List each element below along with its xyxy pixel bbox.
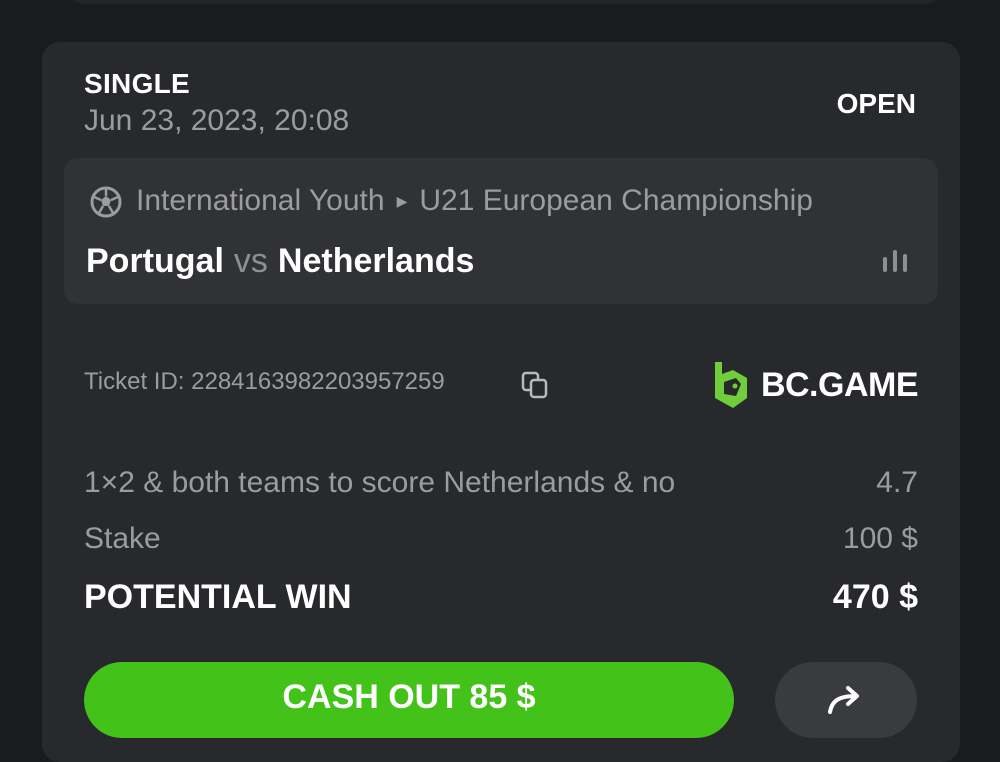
potential-win-label: POTENTIAL WIN [84,578,352,616]
event-category: International Youth [136,184,385,217]
brand-name: BC.GAME [760,365,919,404]
potential-win-row: POTENTIAL WIN 470 $ [84,578,918,617]
event-league: U21 European Championship [419,184,813,217]
bet-slip-card: SINGLE Jun 23, 2023, 20:08 OPEN Internat… [42,42,960,762]
stake-row: Stake 100 $ [84,522,918,556]
away-team: Netherlands [277,242,475,280]
selection-odds: 4.7 [876,466,918,499]
bet-type: SINGLE [84,68,191,99]
soccer-ball-icon [90,186,122,218]
home-team: Portugal [86,242,224,280]
potential-win-value: 470 $ [832,578,918,616]
bc-game-logo-icon [714,362,747,408]
match-teams: Portugal vs Netherlands [86,242,474,281]
selection-row: 1×2 & both teams to score Netherlands & … [84,466,918,500]
brand-logo: BC.GAME [711,358,919,412]
bet-status: OPEN [836,88,916,119]
ticket-id: Ticket ID: 2284163982203957259 [84,368,445,395]
previous-bet-card [70,0,940,4]
stake-value: 100 $ [842,522,918,555]
text-fade [878,174,938,224]
bet-date: Jun 23, 2023, 20:08 [84,104,350,137]
share-arrow-icon [828,686,859,714]
stake-label: Stake [84,522,161,555]
breadcrumb-separator-icon: ▶ [396,193,408,209]
league-breadcrumb: International Youth ▶ U21 European Champio… [136,184,926,218]
versus-label: vs [233,242,268,280]
share-button[interactable] [775,662,917,738]
selection-market: 1×2 & both teams to score Netherlands & … [84,466,676,499]
cash-out-button[interactable]: CASH OUT 85 $ [84,662,734,738]
copy-icon[interactable] [520,370,550,400]
event-box[interactable]: International Youth ▶ U21 European Champio… [64,158,938,304]
bar-chart-icon[interactable] [880,248,910,274]
